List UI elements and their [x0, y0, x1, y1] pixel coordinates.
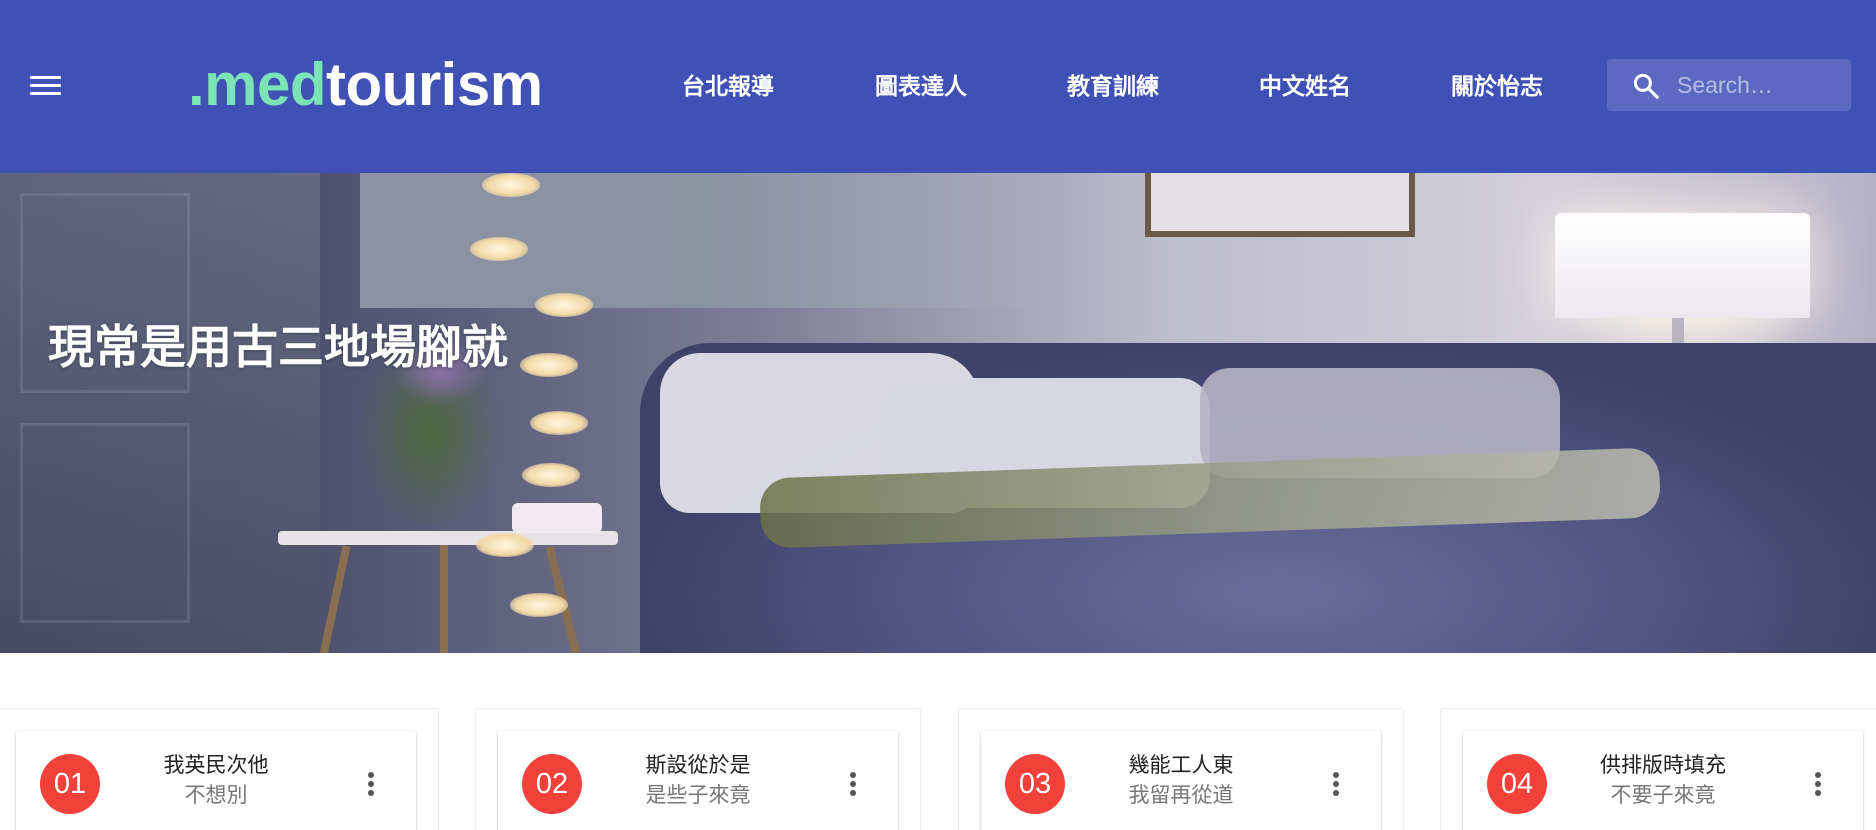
site-logo[interactable]: .medtourism	[188, 50, 543, 120]
more-vert-icon[interactable]	[838, 764, 868, 804]
hero-image-door	[0, 173, 320, 653]
hero-image-wall-art	[360, 173, 1040, 308]
card-title: 斯設從於是	[645, 753, 751, 777]
card-number-badge: 01	[40, 754, 100, 814]
list-card[interactable]: 01 我英民次他 不想別	[16, 731, 416, 830]
list-card[interactable]: 04 供排版時填充 不要子來竟	[1463, 731, 1863, 830]
card-title: 供排版時填充	[1600, 753, 1726, 777]
list-card[interactable]: 03 幾能工人東 我留再從道	[981, 731, 1381, 830]
string-light-bulb	[470, 237, 528, 261]
string-light-bulb	[520, 353, 578, 377]
hero-image-table-leg	[440, 545, 448, 653]
search-icon[interactable]	[1631, 71, 1661, 101]
hamburger-menu-icon[interactable]	[30, 74, 61, 98]
string-light-bulb	[476, 533, 534, 557]
list-card[interactable]: 02 斯設從於是 是些子來竟	[498, 731, 898, 830]
hero-banner: 現常是用古三地場腳就	[0, 173, 1876, 653]
card-number-badge: 04	[1487, 754, 1547, 814]
card-number-badge: 03	[1005, 754, 1065, 814]
card-title: 我英民次他	[163, 753, 269, 777]
app-bar: .medtourism 台北報導 圖表達人 教育訓練 中文姓名 關於怡志	[0, 0, 1876, 173]
card-subtitle: 不想別	[184, 783, 248, 807]
hero-image-candle	[512, 503, 602, 533]
more-vert-icon[interactable]	[1803, 764, 1833, 804]
more-vert-icon[interactable]	[356, 764, 386, 804]
search-box[interactable]	[1607, 59, 1851, 111]
card-title: 幾能工人東	[1128, 753, 1234, 777]
nav-item-chinese-names[interactable]: 中文姓名	[1259, 70, 1351, 104]
hero-image-table-leg	[317, 545, 351, 653]
string-light-bulb	[482, 173, 540, 197]
string-light-bulb	[522, 463, 580, 487]
nav-item-taipei-report[interactable]: 台北報導	[682, 70, 774, 104]
card-number-badge: 02	[522, 754, 582, 814]
hero-image-lamp	[1555, 213, 1810, 318]
search-input[interactable]	[1677, 67, 1842, 103]
nav-item-about[interactable]: 關於怡志	[1451, 70, 1543, 104]
string-light-bulb	[535, 293, 593, 317]
more-vert-icon[interactable]	[1321, 764, 1351, 804]
card-subtitle: 是些子來竟	[645, 783, 751, 807]
nav-item-education-training[interactable]: 教育訓練	[1067, 70, 1159, 104]
logo-text: tourism	[326, 51, 543, 118]
string-light-bulb	[530, 411, 588, 435]
card-subtitle: 不要子來竟	[1610, 783, 1716, 807]
nav-item-chart-expert[interactable]: 圖表達人	[875, 70, 967, 104]
cards-section: 01 我英民次他 不想別 02 斯設從於是 是些子來竟 03 幾能工人東 我留再…	[0, 653, 1876, 830]
hero-image-picture-frame	[1145, 173, 1415, 237]
string-light-bulb	[510, 593, 568, 617]
card-subtitle: 我留再從道	[1128, 783, 1234, 807]
hero-title: 現常是用古三地場腳就	[48, 320, 508, 374]
logo-accent-text: .med	[188, 51, 327, 118]
hero-image-side-table	[278, 531, 618, 545]
